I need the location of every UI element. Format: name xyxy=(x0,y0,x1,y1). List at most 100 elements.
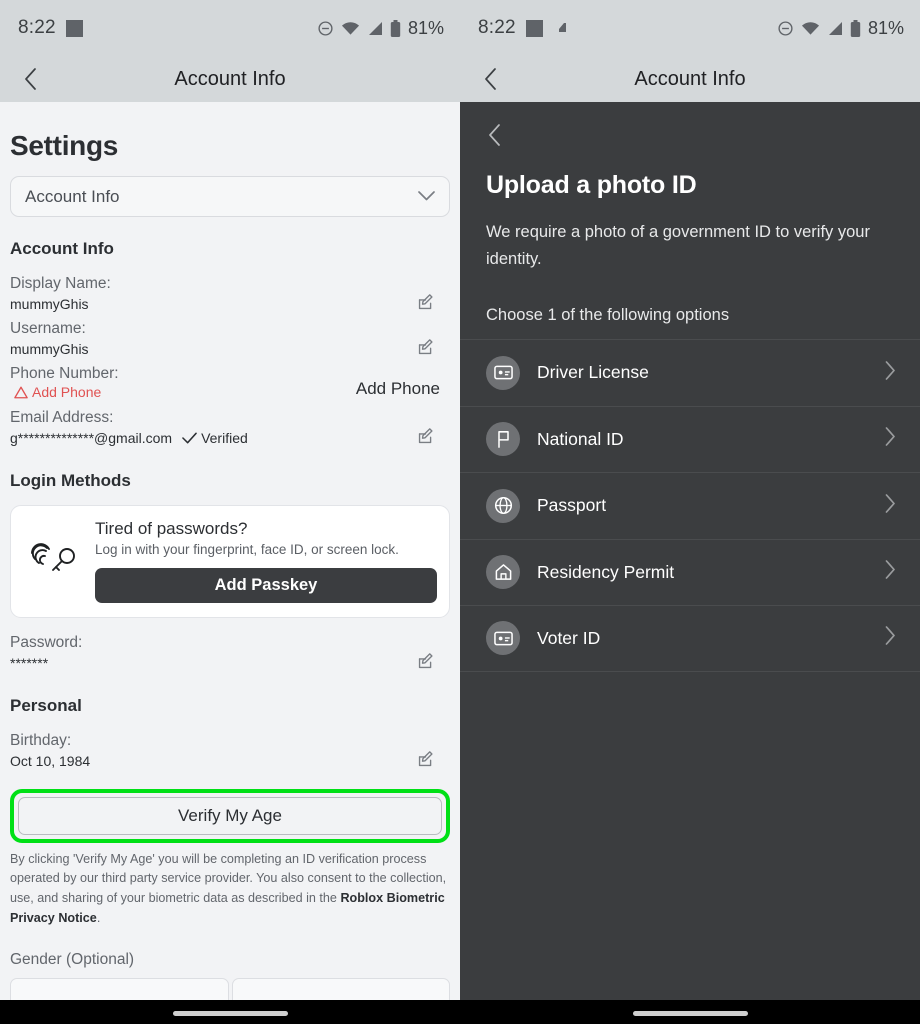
field-birthday-value: Oct 10, 1984 xyxy=(10,752,91,769)
id-option-national-id[interactable]: National ID xyxy=(460,405,920,473)
check-icon xyxy=(182,432,197,444)
field-username: Username: mummyGhis xyxy=(10,318,450,360)
warning-triangle-icon xyxy=(14,386,28,398)
page-title-right: Account Info xyxy=(634,67,746,90)
edit-display-name-icon[interactable] xyxy=(417,294,434,316)
edit-email-icon[interactable] xyxy=(417,427,434,450)
cast-icon xyxy=(553,23,566,32)
email-verified-label: Verified xyxy=(201,430,248,446)
field-birthday: Birthday: Oct 10, 1984 xyxy=(10,730,450,772)
battery-icon-right xyxy=(850,19,861,37)
status-bar-right-group: 81% xyxy=(317,18,444,39)
system-navigation-bar xyxy=(0,1000,920,1024)
add-phone-button[interactable]: Add Phone xyxy=(356,379,440,399)
chevron-right-icon xyxy=(885,427,896,451)
field-username-value: mummyGhis xyxy=(10,341,89,357)
left-phone-panel: 8:22 81% Account Info Settings Account I… xyxy=(0,0,460,1024)
passkey-card-title: Tired of passwords? xyxy=(95,518,248,538)
status-bar-left-group: 8:22 xyxy=(18,17,83,39)
edit-password-icon[interactable] xyxy=(417,652,434,675)
edit-birthday-icon[interactable] xyxy=(417,750,434,773)
edit-username-icon[interactable] xyxy=(417,339,434,361)
settings-heading: Settings xyxy=(10,130,119,161)
field-display-name: Display Name: mummyGhis xyxy=(10,273,450,315)
globe-icon xyxy=(486,488,520,523)
right-phone-panel: 8:22 81% Account Info Upload a photo ID … xyxy=(460,0,920,1024)
id-options-list: Driver License National ID Passport Resi… xyxy=(460,339,920,672)
biometric-legal-disclaimer: By clicking 'Verify My Age' you will be … xyxy=(10,850,450,929)
field-display-name-value: mummyGhis xyxy=(10,296,89,312)
phone-missing-warning: Add Phone xyxy=(10,384,101,400)
add-passkey-button[interactable]: Add Passkey xyxy=(95,567,437,603)
verify-my-age-button[interactable]: Verify My Age xyxy=(18,796,442,835)
modal-back-chevron-icon xyxy=(489,124,500,146)
field-password: Password: ******* xyxy=(10,632,450,674)
field-phone-number: Phone Number: Add Phone Add Phone xyxy=(10,363,450,404)
id-option-passport[interactable]: Passport xyxy=(460,472,920,539)
settings-content: Settings Account Info Account Info Displ… xyxy=(0,102,460,1018)
upload-id-title: Upload a photo ID xyxy=(486,171,697,199)
dual-phone-screenshot: 8:22 81% Account Info Settings Account I… xyxy=(0,0,920,1024)
section-heading-login-methods: Login Methods xyxy=(10,470,131,490)
home-icon xyxy=(486,555,520,590)
status-bar-right: 8:22 81% xyxy=(460,0,920,56)
wifi-icon-right xyxy=(801,21,820,35)
cellular-signal-icon xyxy=(368,21,382,35)
passkey-card-subtitle: Log in with your fingerprint, face ID, o… xyxy=(95,541,399,557)
fingerprint-key-icon xyxy=(23,519,85,577)
field-password-value: ******* xyxy=(10,654,49,671)
id-card-icon xyxy=(486,355,520,390)
back-chevron-icon-right xyxy=(484,68,496,90)
status-bar-right-right-group: 81% xyxy=(777,18,904,39)
id-option-passport-label: Passport xyxy=(537,495,607,516)
status-bar-right-left-group: 8:22 xyxy=(478,17,567,39)
back-chevron-icon xyxy=(24,68,36,90)
id-option-voter-id[interactable]: Voter ID xyxy=(460,605,920,672)
id-option-driver-license[interactable]: Driver License xyxy=(460,339,920,406)
verify-my-age-highlight: Verify My Age xyxy=(10,788,450,843)
home-indicator-right[interactable] xyxy=(633,1011,748,1016)
section-heading-account-info: Account Info xyxy=(10,239,114,258)
chevron-right-icon xyxy=(885,493,896,518)
home-indicator-left[interactable] xyxy=(173,1011,288,1016)
modal-back-button[interactable] xyxy=(460,102,920,151)
id-option-residency-permit[interactable]: Residency Permit xyxy=(460,538,920,606)
upload-id-description: We require a photo of a government ID to… xyxy=(486,223,870,268)
do-not-disturb-icon xyxy=(318,20,333,36)
title-bar-right: Account Info xyxy=(460,56,920,102)
chevron-right-icon xyxy=(885,626,896,650)
field-password-label: Password: xyxy=(10,633,83,651)
cellular-signal-icon-right xyxy=(828,21,842,35)
field-username-label: Username: xyxy=(10,320,86,337)
back-button-right[interactable] xyxy=(478,67,502,91)
id-option-national-id-label: National ID xyxy=(537,428,624,449)
screen-record-icon xyxy=(65,19,83,37)
settings-section-select[interactable]: Account Info xyxy=(10,176,450,217)
battery-percent-right: 81% xyxy=(867,17,904,38)
field-email-address: Email Address: g**************@gmail.com… xyxy=(10,407,450,449)
choose-option-label: Choose 1 of the following options xyxy=(486,306,730,324)
chevron-right-icon xyxy=(885,560,896,584)
title-bar-left: Account Info xyxy=(0,56,460,102)
do-not-disturb-icon-right xyxy=(778,20,793,36)
field-email-address-label: Email Address: xyxy=(10,408,114,426)
screen-record-icon-right xyxy=(525,19,543,37)
id-card-icon xyxy=(486,621,520,656)
id-option-driver-license-label: Driver License xyxy=(537,362,649,383)
settings-section-select-value: Account Info xyxy=(25,186,120,206)
passkey-card-body: Tired of passwords? Log in with your fin… xyxy=(95,519,437,603)
field-email-address-value: g**************@gmail.com xyxy=(10,429,173,446)
wifi-icon xyxy=(341,21,360,35)
back-button-left[interactable] xyxy=(18,67,42,91)
page-title-left: Account Info xyxy=(174,67,286,90)
chevron-down-icon xyxy=(418,188,435,206)
chevron-right-icon xyxy=(885,360,896,385)
id-option-residency-permit-label: Residency Permit xyxy=(537,561,675,582)
section-heading-personal: Personal xyxy=(10,695,82,715)
battery-icon xyxy=(390,19,401,37)
email-value-row: g**************@gmail.com Verified xyxy=(10,428,450,449)
status-bar-left: 8:22 81% xyxy=(0,0,460,56)
status-time: 8:22 xyxy=(18,17,56,38)
field-birthday-label: Birthday: xyxy=(10,731,72,749)
field-display-name-label: Display Name: xyxy=(10,275,111,292)
